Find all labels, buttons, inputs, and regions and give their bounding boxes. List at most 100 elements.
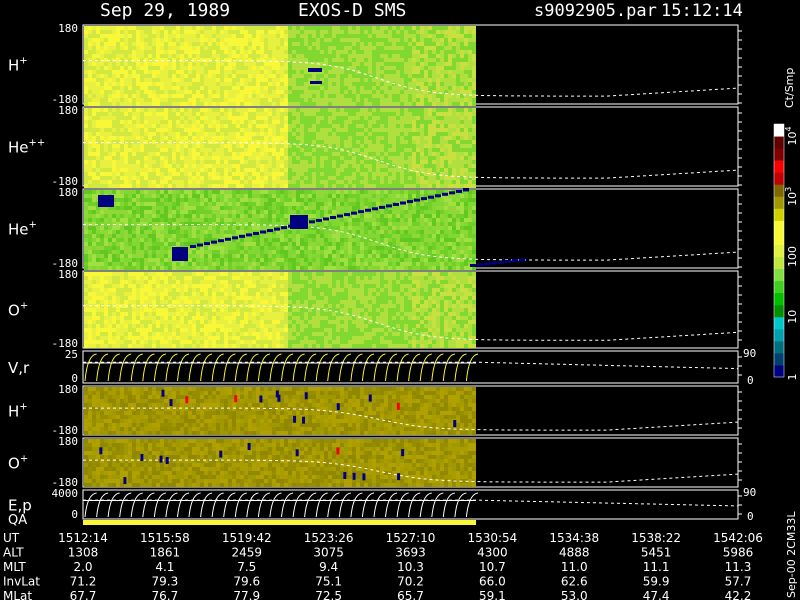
- spectrogram-cell: [88, 124, 92, 128]
- spectrogram-cell: [84, 242, 88, 246]
- spectrogram-cell: [256, 38, 260, 42]
- spectrogram-cell: [372, 86, 376, 90]
- spectrogram-cell: [392, 98, 396, 102]
- spectrogram-cell: [400, 132, 404, 136]
- spectrogram-cell: [156, 74, 160, 78]
- spectrogram-cell: [140, 250, 144, 254]
- spectrogram-cell: [212, 38, 216, 42]
- spectrogram-cell: [348, 58, 352, 62]
- spectrogram-cell: [448, 152, 452, 156]
- spectrogram-cell: [100, 50, 104, 54]
- spectrogram-cell: [296, 140, 300, 144]
- spectrogram-cell: [256, 98, 260, 102]
- spectrogram-cell: [228, 234, 232, 238]
- spectrogram-cell: [244, 214, 248, 218]
- spectrogram-cell: [116, 172, 120, 176]
- spectrogram-cell: [356, 54, 360, 58]
- spectrogram-cell: [224, 172, 228, 176]
- spectrogram-cell: [292, 98, 296, 102]
- spectrogram-cell: [168, 132, 172, 136]
- spectrogram-cell: [324, 46, 328, 50]
- spectrogram-cell: [124, 42, 128, 46]
- spectrogram-cell: [196, 266, 200, 270]
- spectrogram-cell: [168, 66, 172, 70]
- spectrogram-cell: [176, 140, 180, 144]
- spectrogram-cell: [232, 226, 236, 230]
- spectrogram-cell: [176, 132, 180, 136]
- spectrogram-cell: [88, 86, 92, 90]
- spectrogram-cell: [468, 128, 472, 132]
- spectrogram-cell: [164, 168, 168, 172]
- spectrogram-cell: [148, 58, 152, 62]
- spectrogram-cell: [368, 66, 372, 70]
- spectrogram-cell: [276, 66, 280, 70]
- spectrogram-cell: [292, 50, 296, 54]
- spectrogram-cell: [392, 128, 396, 132]
- spectrogram-cell: [260, 258, 264, 262]
- spectrogram-cell: [396, 66, 400, 70]
- spectrogram-cell: [216, 54, 220, 58]
- spectrogram-cell: [372, 164, 376, 168]
- spectrogram-cell: [280, 168, 284, 172]
- spectrogram-cell: [276, 214, 280, 218]
- spectrogram-cell: [424, 50, 428, 54]
- spectrogram-cell: [100, 218, 104, 222]
- spectrogram-cell: [388, 148, 392, 152]
- spectrogram-cell: [324, 116, 328, 120]
- spectrogram-cell: [156, 136, 160, 140]
- spectrogram-cell: [148, 160, 152, 164]
- spectrogram-cell: [232, 194, 236, 198]
- spectrogram-cell: [216, 148, 220, 152]
- spectrogram-cell: [128, 90, 132, 94]
- spectrogram-cell: [228, 246, 232, 250]
- spectrogram-cell: [128, 176, 132, 180]
- spectrogram-cell: [228, 160, 232, 164]
- spectrogram-cell: [168, 222, 172, 226]
- spectrogram-cell: [372, 124, 376, 128]
- spectrogram-cell: [292, 132, 296, 136]
- spectrogram-cell: [432, 116, 436, 120]
- spectrogram-cell: [140, 238, 144, 242]
- spectrogram-cell: [184, 202, 188, 206]
- spectrogram-cell: [100, 58, 104, 62]
- spectrogram-cell: [136, 250, 140, 254]
- spectrogram-cell: [324, 180, 328, 184]
- spectrogram-cell: [332, 132, 336, 136]
- spectrogram-cell: [348, 90, 352, 94]
- spectrogram-cell: [100, 262, 104, 266]
- spectrogram-cell: [216, 198, 220, 202]
- spectrogram-cell: [316, 128, 320, 132]
- spectrogram-cell: [204, 128, 208, 132]
- spectrogram-cell: [296, 70, 300, 74]
- spectrogram-cell: [364, 42, 368, 46]
- spectrogram-cell: [352, 108, 356, 112]
- spectrogram-cell: [276, 172, 280, 176]
- spectrogram-cell: [108, 190, 112, 194]
- spectrogram-cell: [372, 66, 376, 70]
- spectrogram-cell: [332, 180, 336, 184]
- spectrogram-cell: [384, 98, 388, 102]
- spectrogram-cell: [264, 112, 268, 116]
- spectrogram-cell: [128, 152, 132, 156]
- spectrogram-cell: [372, 38, 376, 42]
- spectrogram-cell: [136, 172, 140, 176]
- spectrogram-cell: [412, 30, 416, 34]
- spectrogram-cell: [460, 58, 464, 62]
- spectrogram-cell: [408, 82, 412, 86]
- spectrogram-cell: [108, 230, 112, 234]
- spectrogram-cell: [160, 46, 164, 50]
- spectrogram-cell: [184, 30, 188, 34]
- spectrogram-cell: [176, 190, 180, 194]
- spectrogram-cell: [196, 136, 200, 140]
- spectrogram-cell: [396, 70, 400, 74]
- spectrogram-cell: [116, 250, 120, 254]
- spectrogram-cell: [236, 74, 240, 78]
- spectrogram-cell: [120, 128, 124, 132]
- spectrogram-cell: [436, 160, 440, 164]
- spectrogram-cell: [208, 198, 212, 202]
- spectrogram-cell: [136, 140, 140, 144]
- spectrogram-cell: [336, 54, 340, 58]
- spectrogram-cell: [148, 132, 152, 136]
- spectrogram-cell: [308, 148, 312, 152]
- spectrogram-cell: [104, 140, 108, 144]
